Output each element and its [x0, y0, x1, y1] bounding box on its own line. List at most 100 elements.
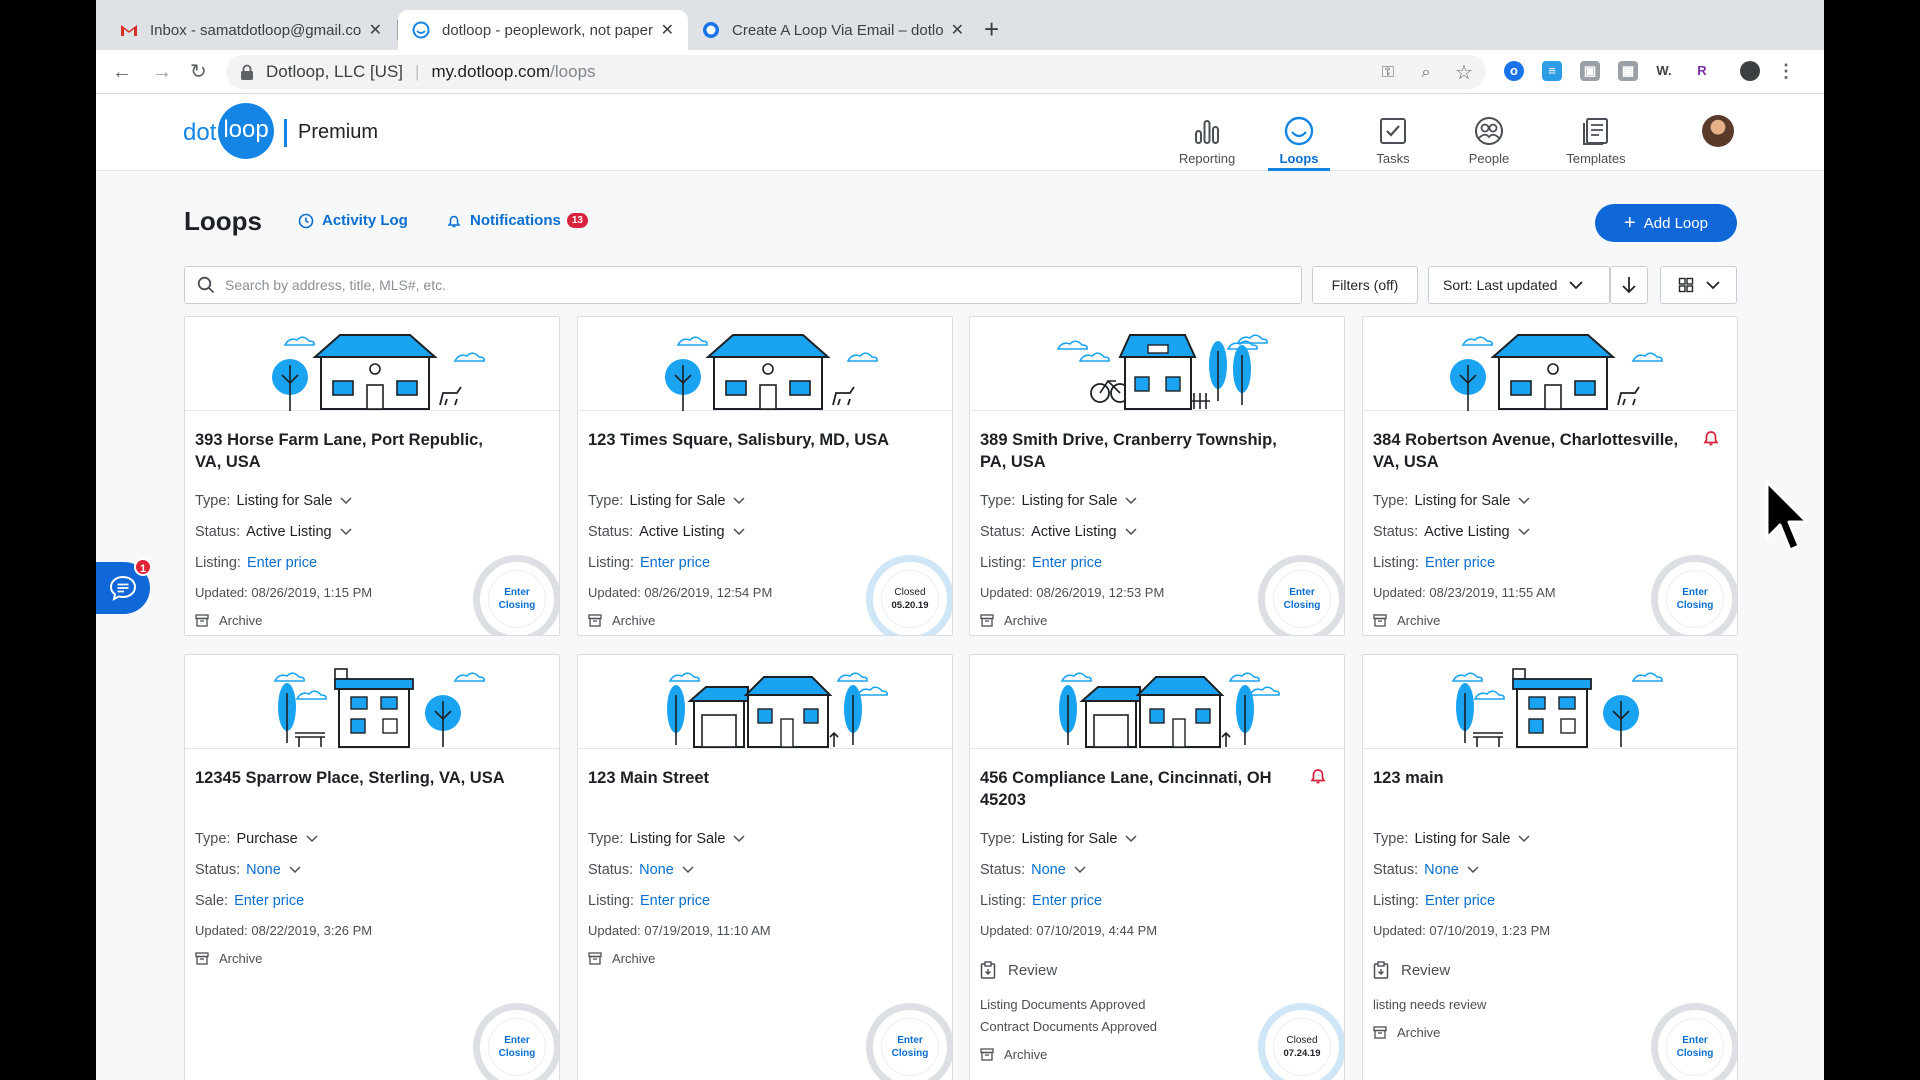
chevron-down-icon[interactable] [340, 497, 352, 505]
chevron-down-icon[interactable] [1074, 866, 1086, 874]
archive-button[interactable]: Archive [588, 613, 655, 628]
enter-price-link[interactable]: Enter price [1425, 555, 1495, 571]
extension-w-icon[interactable]: W. [1654, 61, 1674, 81]
loop-status-value[interactable]: Active Listing [246, 524, 331, 540]
extension-circle-icon[interactable]: o [1504, 61, 1524, 81]
enter-closing-button[interactable]: Enter Closing [1651, 555, 1737, 635]
chevron-down-icon[interactable] [733, 835, 745, 843]
archive-button[interactable]: Archive [195, 951, 262, 966]
loop-card[interactable]: 123 main Type: Listing for Sale Status: None… [1362, 654, 1738, 1080]
archive-button[interactable]: Archive [980, 613, 1047, 628]
archive-button[interactable]: Archive [980, 1047, 1047, 1062]
tab-dotloop[interactable]: dotloop - peoplework, not paperwork ✕ [398, 10, 688, 50]
loop-address[interactable]: 389 Smith Drive, Cranberry Township, PA,… [980, 429, 1290, 473]
tab-gmail[interactable]: Inbox - samatdotloop@gmail.com ✕ [106, 10, 396, 50]
loop-type-value[interactable]: Listing for Sale [1414, 493, 1510, 509]
chevron-down-icon[interactable] [733, 497, 745, 505]
tab-dotloop-help[interactable]: Create A Loop Via Email – dotloop ✕ [688, 10, 978, 50]
user-avatar[interactable] [1702, 115, 1734, 147]
closed-date-badge[interactable]: Closed 05.20.19 [866, 555, 952, 635]
loop-card[interactable]: 123 Main Street Type: Listing for Sale Stat… [577, 654, 953, 1080]
loop-status-value[interactable]: None [1424, 862, 1459, 878]
loop-card[interactable]: 384 Robertson Avenue, Charlottesville, V… [1362, 316, 1738, 636]
enter-price-link[interactable]: Enter price [1032, 555, 1102, 571]
loop-address[interactable]: 393 Horse Farm Lane, Port Republic, VA, … [195, 429, 505, 473]
key-icon[interactable]: ⚿ [1378, 63, 1398, 83]
extension-chat-icon[interactable]: ≡ [1542, 61, 1562, 81]
loop-status-value[interactable]: Active Listing [639, 524, 724, 540]
nav-tasks[interactable]: Tasks [1358, 95, 1428, 171]
chevron-down-icon[interactable] [1467, 866, 1479, 874]
chevron-down-icon[interactable] [1125, 528, 1137, 536]
search-input[interactable] [225, 277, 1301, 293]
reload-icon[interactable]: ↻ [190, 60, 207, 84]
loop-type-value[interactable]: Purchase [236, 831, 297, 847]
review-button[interactable]: Review [1373, 961, 1450, 979]
chevron-down-icon[interactable] [733, 528, 745, 536]
close-tab-icon[interactable]: ✕ [661, 20, 674, 40]
address-bar[interactable]: Dotloop, LLC [US] | my.dotloop.com/loops [226, 55, 1486, 89]
logo-circle[interactable]: loop [218, 103, 274, 159]
chevron-down-icon[interactable] [1125, 497, 1137, 505]
enter-closing-button[interactable]: Enter Closing [473, 1003, 559, 1080]
loop-type-value[interactable]: Listing for Sale [1021, 493, 1117, 509]
activity-log-link[interactable]: Activity Log [298, 212, 408, 229]
nav-reporting[interactable]: Reporting [1172, 95, 1242, 171]
add-loop-button[interactable]: + Add Loop [1595, 204, 1737, 242]
chevron-down-icon[interactable] [306, 835, 318, 843]
extension-grid-icon[interactable]: ▦ [1618, 61, 1638, 81]
browser-menu-icon[interactable]: ⋮ [1776, 61, 1796, 81]
enter-price-link[interactable]: Enter price [640, 893, 710, 909]
loop-card[interactable]: 456 Compliance Lane, Cincinnati, OH 4520… [969, 654, 1345, 1080]
archive-button[interactable]: Archive [195, 613, 262, 628]
loop-address[interactable]: 123 Times Square, Salisbury, MD, USA [588, 429, 898, 451]
loop-type-value[interactable]: Listing for Sale [236, 493, 332, 509]
enter-price-link[interactable]: Enter price [234, 893, 304, 909]
loop-card[interactable]: 123 Times Square, Salisbury, MD, USA Type… [577, 316, 953, 636]
enter-price-link[interactable]: Enter price [640, 555, 710, 571]
close-tab-icon[interactable]: ✕ [951, 20, 964, 40]
loop-type-value[interactable]: Listing for Sale [629, 493, 725, 509]
profile-avatar-icon[interactable] [1740, 61, 1760, 81]
archive-button[interactable]: Archive [588, 951, 655, 966]
notifications-link[interactable]: Notifications 13 [446, 212, 588, 229]
review-button[interactable]: Review [980, 961, 1057, 979]
enter-closing-button[interactable]: Enter Closing [1258, 555, 1344, 635]
logo-text[interactable]: dot [183, 119, 216, 147]
archive-button[interactable]: Archive [1373, 613, 1440, 628]
enter-price-link[interactable]: Enter price [1032, 893, 1102, 909]
loop-status-value[interactable]: None [639, 862, 674, 878]
enter-closing-button[interactable]: Enter Closing [1651, 1003, 1737, 1080]
sort-dropdown[interactable]: Sort: Last updated [1428, 266, 1610, 304]
loop-card[interactable]: 393 Horse Farm Lane, Port Republic, VA, … [184, 316, 560, 636]
new-tab-button[interactable]: + [984, 14, 999, 44]
zoom-icon[interactable]: ⌕ [1416, 63, 1436, 83]
enter-price-link[interactable]: Enter price [1425, 893, 1495, 909]
back-icon[interactable]: ← [112, 60, 132, 84]
nav-templates[interactable]: Templates [1558, 95, 1634, 171]
forward-icon[interactable]: → [152, 60, 172, 84]
extension-gray-icon[interactable]: ▣ [1580, 61, 1600, 81]
loop-status-value[interactable]: None [1031, 862, 1066, 878]
loop-address[interactable]: 123 Main Street [588, 767, 898, 789]
alert-bell-icon[interactable] [1310, 767, 1326, 785]
closed-date-badge[interactable]: Closed 07.24.19 [1258, 1003, 1344, 1080]
loop-card[interactable]: 389 Smith Drive, Cranberry Township, PA,… [969, 316, 1345, 636]
chevron-down-icon[interactable] [1518, 835, 1530, 843]
loop-status-value[interactable]: None [246, 862, 281, 878]
close-tab-icon[interactable]: ✕ [369, 20, 382, 40]
enter-closing-button[interactable]: Enter Closing [866, 1003, 952, 1080]
loop-type-value[interactable]: Listing for Sale [1021, 831, 1117, 847]
star-icon[interactable]: ☆ [1454, 63, 1474, 83]
loop-address[interactable]: 456 Compliance Lane, Cincinnati, OH 4520… [980, 767, 1290, 811]
loop-status-value[interactable]: Active Listing [1424, 524, 1509, 540]
enter-closing-button[interactable]: Enter Closing [473, 555, 559, 635]
nav-people[interactable]: People [1454, 95, 1524, 171]
loop-address[interactable]: 12345 Sparrow Place, Sterling, VA, USA [195, 767, 505, 789]
chevron-down-icon[interactable] [1518, 497, 1530, 505]
enter-price-link[interactable]: Enter price [247, 555, 317, 571]
loop-address[interactable]: 384 Robertson Avenue, Charlottesville, V… [1373, 429, 1683, 473]
loop-card[interactable]: 12345 Sparrow Place, Sterling, VA, USA Ty… [184, 654, 560, 1080]
loop-type-value[interactable]: Listing for Sale [1414, 831, 1510, 847]
alert-bell-icon[interactable] [1703, 429, 1719, 447]
